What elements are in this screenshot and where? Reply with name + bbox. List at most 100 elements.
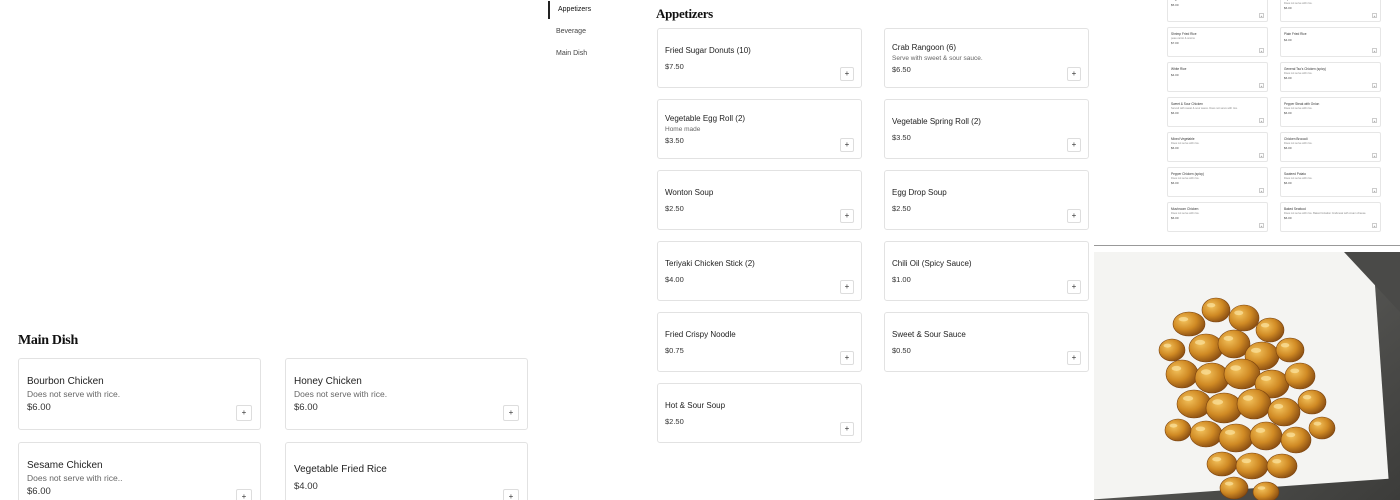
chicken-piece: [1275, 337, 1305, 363]
item-description: Does not serve with rice..: [27, 473, 123, 483]
appetizer-card[interactable]: Fried Crispy Noodle $0.75 +: [657, 312, 862, 372]
item-name: Wonton Soup: [665, 188, 714, 197]
chicken-piece: [1235, 452, 1269, 480]
chicken-highlight: [1302, 395, 1312, 400]
item-name: Teriyaki Chicken Stick (2): [665, 259, 755, 268]
thumbnail-item-price: $6.00: [1171, 216, 1179, 220]
thumbnail-card: Pepper Steak with Onion Does not serve wi…: [1280, 97, 1381, 127]
item-name: Chili Oil (Spicy Sauce): [892, 259, 972, 268]
chicken-highlight: [1280, 343, 1290, 348]
item-description: Home made: [665, 126, 701, 133]
chicken-highlight: [1163, 343, 1172, 348]
add-to-cart-button[interactable]: +: [840, 351, 854, 365]
chicken-piece: [1165, 359, 1199, 389]
thumbnail-add-icon: +: [1259, 188, 1264, 193]
add-to-cart-button[interactable]: +: [236, 405, 252, 421]
thumbnail-add-icon: +: [1372, 153, 1377, 158]
thumbnail-card: Sweet & Sour Chicken Served with sweet & …: [1167, 97, 1268, 127]
chicken-highlight: [1178, 317, 1189, 322]
item-description: Does not serve with rice.: [27, 389, 121, 399]
thumbnail-item-description: Does not serve with rice. Baked Imitatio…: [1284, 212, 1367, 215]
add-to-cart-button[interactable]: +: [236, 489, 252, 500]
nav-item-beverage[interactable]: Beverage: [548, 23, 648, 41]
thumbnail-item-price: $6.00: [1284, 6, 1292, 10]
thumbnail-item-name: White Rice: [1171, 67, 1187, 71]
add-to-cart-button[interactable]: +: [1067, 209, 1081, 223]
add-to-cart-button[interactable]: +: [1067, 67, 1081, 81]
item-name: Honey Chicken: [294, 376, 362, 387]
chicken-highlight: [1257, 486, 1266, 490]
item-price: $2.50: [892, 204, 911, 213]
thumbnail-card: Pepper Chicken (spicy) Does not serve wit…: [1167, 167, 1268, 197]
thumbnail-item-name: Chicken Broccoli: [1284, 137, 1308, 141]
food-photo: [1094, 252, 1400, 500]
add-to-cart-button[interactable]: +: [840, 138, 854, 152]
appetizer-card[interactable]: Vegetable Spring Roll (2) $3.50 +: [884, 99, 1089, 159]
appetizer-card[interactable]: Chili Oil (Spicy Sauce) $1.00 +: [884, 241, 1089, 301]
item-name: Vegetable Egg Roll (2): [665, 114, 746, 123]
item-price: $7.50: [665, 62, 684, 71]
add-to-cart-button[interactable]: +: [840, 280, 854, 294]
add-to-cart-button[interactable]: +: [840, 209, 854, 223]
thumbnail-item-name: Mixed Vegetable: [1171, 137, 1195, 141]
appetizer-card[interactable]: Wonton Soup $2.50 +: [657, 170, 862, 230]
thumbnail-item-name: General Tso's Chicken (spicy): [1284, 67, 1327, 71]
thumbnail-item-description: Does not serve with rice.: [1171, 142, 1200, 145]
thumbnail-add-icon: +: [1259, 153, 1264, 158]
item-name: Sweet & Sour Sauce: [892, 330, 966, 339]
item-description: Does not serve with rice.: [294, 389, 388, 399]
appetizer-card[interactable]: Teriyaki Chicken Stick (2) $4.00 +: [657, 241, 862, 301]
main-dish-card[interactable]: Bourbon Chicken Does not serve with rice.…: [18, 358, 261, 430]
item-name: Vegetable Fried Rice: [294, 464, 387, 475]
chicken-highlight: [1272, 459, 1282, 464]
main-dish-card[interactable]: Vegetable Fried Rice $4.00 +: [285, 442, 528, 500]
main-dish-card[interactable]: Honey Chicken Does not serve with rice. $6…: [285, 358, 528, 430]
add-to-cart-button[interactable]: +: [1067, 351, 1081, 365]
chicken-piece: [1219, 476, 1249, 500]
item-price: $4.00: [294, 481, 318, 492]
add-to-cart-button[interactable]: +: [503, 489, 519, 500]
add-to-cart-button[interactable]: +: [840, 422, 854, 436]
thumbnail-item-name: Pepper Chicken (spicy): [1171, 172, 1204, 176]
thumbnail-item-description: Does not serve with rice.: [1284, 177, 1313, 180]
chicken-piece: [1176, 389, 1212, 419]
thumbnail-card: Sauteed Potato Does not serve with rice. $…: [1280, 167, 1381, 197]
chicken-piece: [1280, 426, 1312, 454]
thumbnail-item-description: peas carrot & onions: [1171, 37, 1195, 40]
item-name: Bourbon Chicken: [27, 376, 104, 387]
chicken-piece: [1249, 421, 1283, 451]
add-to-cart-button[interactable]: +: [1067, 280, 1081, 294]
thumbnail-item-price: $6.00: [1171, 146, 1179, 150]
chicken-highlight: [1273, 403, 1284, 409]
thumbnail-add-icon: +: [1372, 188, 1377, 193]
main-dish-card[interactable]: Sesame Chicken Does not serve with rice..…: [18, 442, 261, 500]
add-to-cart-button[interactable]: +: [503, 405, 519, 421]
appetizer-card[interactable]: Vegetable Egg Roll (2) Home made $3.50 +: [657, 99, 862, 159]
chicken-piece: [1228, 304, 1260, 332]
thumbnail-add-icon: +: [1372, 13, 1377, 18]
add-to-cart-button[interactable]: +: [840, 67, 854, 81]
thumbnail-item-price: $6.00: [1171, 111, 1179, 115]
chicken-highlight: [1224, 429, 1236, 435]
appetizer-card[interactable]: Hot & Sour Soup $2.50 +: [657, 383, 862, 443]
appetizer-card[interactable]: Crab Rangoon (6) Serve with sweet & sour …: [884, 28, 1089, 88]
thumbnail-item-description: Does not serve with rice.: [1284, 107, 1313, 110]
chicken-highlight: [1242, 395, 1254, 401]
thumbnail-item-description: Served with sweet & sour sauce. Does not…: [1171, 107, 1238, 110]
thumbnail-item-name: Baked Seafood: [1284, 207, 1306, 211]
appetizer-card[interactable]: Sweet & Sour Sauce $0.50 +: [884, 312, 1089, 372]
item-price: $6.00: [27, 486, 51, 497]
thumbnail-item-name: Shrimp Fried Rice: [1171, 32, 1197, 36]
chicken-highlight: [1200, 369, 1212, 375]
thumbnail-item-description: Does not serve with rice.: [1171, 212, 1200, 215]
item-price: $3.50: [665, 136, 684, 145]
nav-item-appetizers[interactable]: Appetizers: [548, 1, 648, 19]
chicken-highlight: [1234, 310, 1244, 316]
thumbnail-card: Vegetable Lo mein $5.00 +: [1167, 0, 1268, 22]
thumbnail-card: Chicken Broccoli Does not serve with rice…: [1280, 132, 1381, 162]
thumbnail-card: Mixed Vegetable Does not serve with rice.…: [1167, 132, 1268, 162]
appetizer-card[interactable]: Fried Sugar Donuts (10) $7.50 +: [657, 28, 862, 88]
nav-item-main-dish[interactable]: Main Dish: [548, 45, 648, 63]
appetizer-card[interactable]: Egg Drop Soup $2.50 +: [884, 170, 1089, 230]
add-to-cart-button[interactable]: +: [1067, 138, 1081, 152]
